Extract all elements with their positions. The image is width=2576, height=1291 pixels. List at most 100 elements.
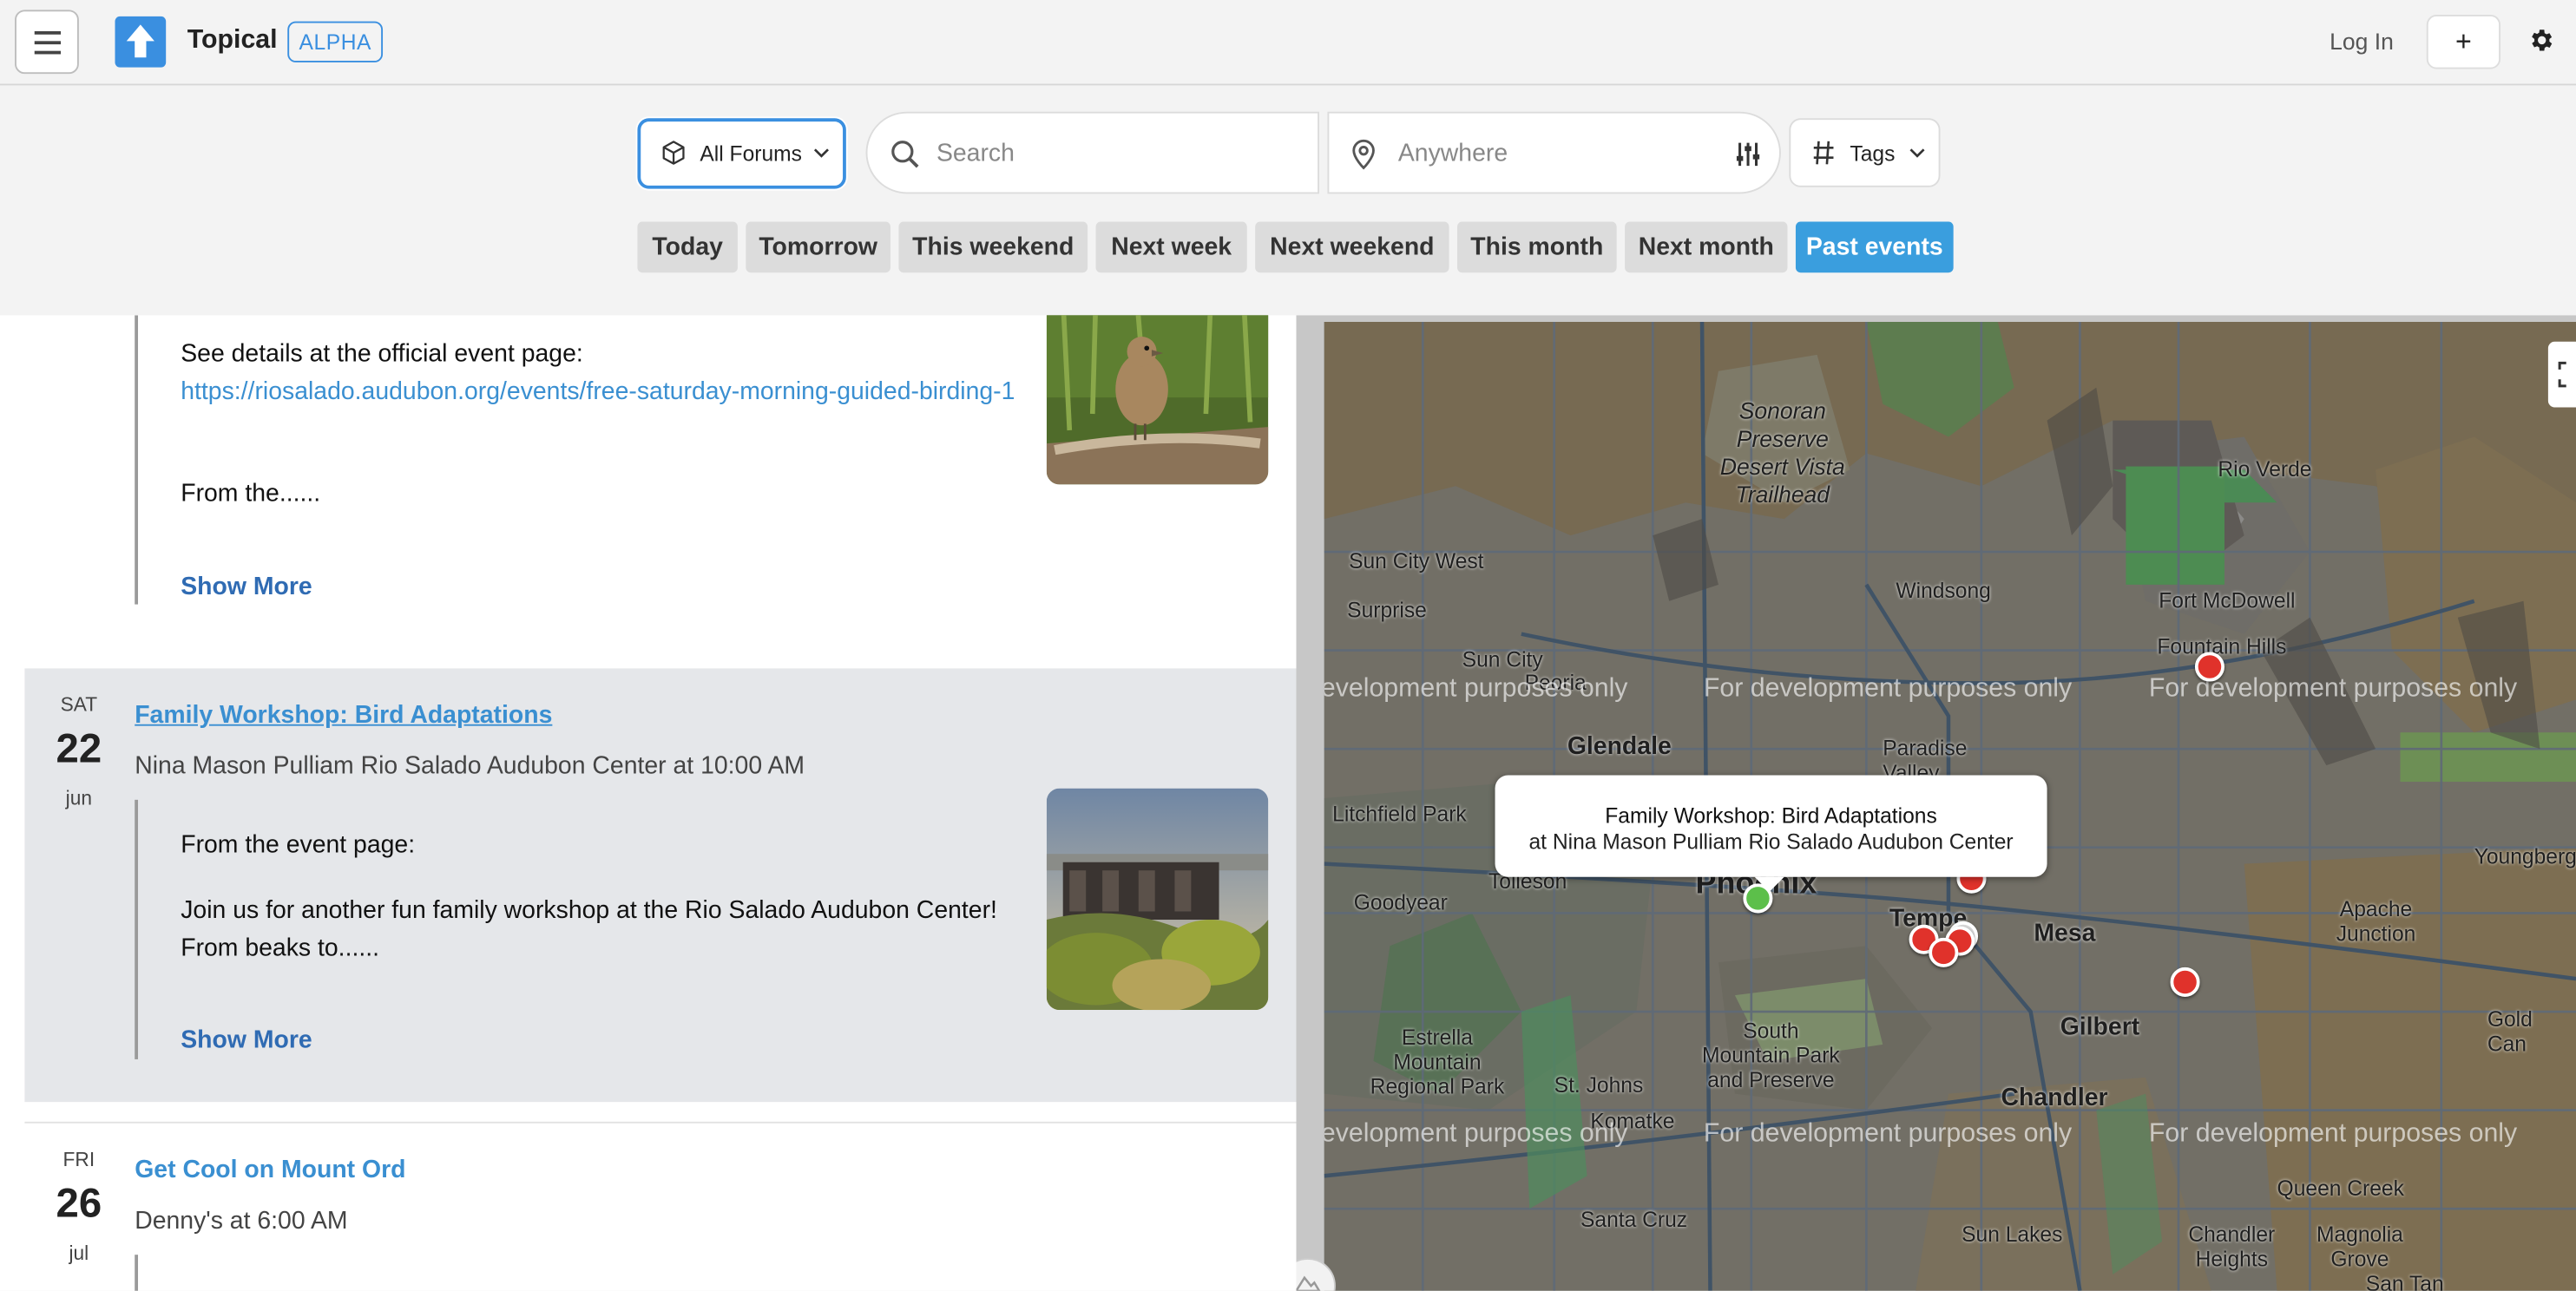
cube-icon — [662, 141, 685, 165]
divider — [24, 1121, 1297, 1124]
event-excerpt: Join us for another fun family workshop … — [181, 896, 997, 963]
gear-icon[interactable] — [2527, 26, 2554, 62]
add-button[interactable]: + — [2426, 15, 2500, 69]
hamburger-icon-line — [34, 50, 62, 55]
logo-icon[interactable] — [115, 16, 167, 68]
map-label-estrella-mountain: Estrella Mountain Regional Park — [1370, 1025, 1505, 1099]
map-label-glendale: Glendale — [1567, 732, 1672, 761]
fullscreen-button[interactable] — [2547, 341, 2576, 408]
event-date-weekday: FRI — [62, 1148, 95, 1171]
chip-next-week[interactable]: Next week — [1095, 221, 1247, 273]
event-location-time: Nina Mason Pulliam Rio Salado Audubon Ce… — [135, 751, 805, 781]
hamburger-icon-line — [34, 41, 62, 45]
chip-this-month[interactable]: This month — [1457, 221, 1617, 273]
location-pin-icon — [1352, 139, 1375, 170]
map-label-fort-mcdowell: Fort McDowell — [2159, 587, 2296, 613]
map-label-queen-creek: Queen Creek — [2277, 1176, 2404, 1201]
map-event-pin[interactable] — [2194, 652, 2224, 682]
map-label-sonoran-preserve: Sonoran Preserve Desert Vista Trailhead — [1719, 397, 1845, 508]
mountain-icon — [1296, 1275, 1321, 1291]
map-label-apache-junction: Apache Junction — [2336, 896, 2416, 947]
map-label-santa-cruz: Santa Cruz — [1580, 1207, 1688, 1232]
hashtag-icon — [1813, 141, 1834, 165]
chip-tomorrow[interactable]: Tomorrow — [746, 221, 890, 273]
event-title-link[interactable]: Family Workshop: Bird Adaptations — [135, 701, 552, 729]
chip-next-month[interactable]: Next month — [1625, 221, 1788, 273]
map-label-sun-city: Sun City — [1462, 646, 1543, 672]
login-link[interactable]: Log In — [2330, 28, 2394, 54]
map-panel[interactable]: Sonoran Preserve Desert Vista Trailhead Rio… — [1296, 315, 2576, 1291]
forum-selector[interactable]: All Forums — [637, 118, 846, 189]
map-label-magnolia-grove: Magnolia Grove — [2316, 1222, 2403, 1272]
event-date-month: jun — [65, 786, 93, 810]
top-bar: Topical ALPHA Log In + — [0, 0, 2576, 86]
event-list: See details at the official event page: … — [0, 315, 1297, 1291]
chevron-down-icon — [1909, 148, 1925, 158]
event-description-bar — [135, 1255, 139, 1291]
map-canvas[interactable]: Sonoran Preserve Desert Vista Trailhead Rio… — [1324, 322, 2576, 1291]
expand-icon — [2558, 361, 2566, 388]
event-location-time: Denny's at 6:00 AM — [135, 1207, 348, 1235]
popup-title: Family Workshop: Bird Adaptations — [1605, 803, 1937, 829]
event-description-bar — [135, 799, 139, 1059]
audubon-center-thumbnail-image[interactable] — [1046, 788, 1269, 1011]
map-label-mesa: Mesa — [2034, 920, 2096, 948]
event-date-day: 26 — [56, 1180, 102, 1227]
dev-watermark: evelopment purposes only — [1324, 1119, 1628, 1149]
chevron-down-icon — [813, 148, 829, 158]
event-date-day: 22 — [56, 725, 102, 772]
sliders-icon[interactable] — [1736, 141, 1760, 167]
location-field[interactable]: Anywhere — [1327, 111, 1781, 194]
hamburger-icon — [34, 30, 62, 35]
dev-watermark: For development purposes only — [2148, 1119, 2518, 1149]
chip-today[interactable]: Today — [637, 221, 738, 273]
search-icon — [891, 141, 919, 168]
show-more-button[interactable]: Show More — [181, 1026, 312, 1054]
dev-watermark: evelopment purposes only — [1324, 674, 1628, 704]
chip-past-events[interactable]: Past events — [1795, 221, 1954, 273]
popup-subtitle: at Nina Mason Pulliam Rio Salado Audubon… — [1528, 829, 2014, 855]
event-excerpt: From the...... — [181, 479, 321, 508]
map-label-st-johns: St. Johns — [1554, 1072, 1644, 1098]
map-label-san-tan: San Tan — [2365, 1271, 2444, 1291]
map-label-fountain-hills: Fountain Hills — [2157, 633, 2287, 659]
map-label-sun-city-west: Sun City West — [1349, 548, 1484, 573]
location-input[interactable]: Anywhere — [1398, 140, 1508, 167]
bird-thumbnail-image[interactable] — [1046, 315, 1269, 485]
event-url-link[interactable]: https://riosalado.audubon.org/events/fre… — [181, 373, 1018, 411]
map-label-gold-canyon: Gold Can — [2487, 1006, 2533, 1057]
hamburger-menu-button[interactable] — [15, 10, 79, 75]
map-label-youngberg: Youngberg — [2474, 843, 2576, 869]
chip-this-weekend[interactable]: This weekend — [898, 221, 1088, 273]
search-field[interactable]: Search — [865, 111, 1319, 194]
dev-watermark: For development purposes only — [1703, 1119, 2073, 1149]
map-label-sun-lakes: Sun Lakes — [1962, 1222, 2063, 1247]
map-event-popup[interactable]: Family Workshop: Bird Adaptations at Nin… — [1495, 775, 2047, 892]
map-label-gilbert: Gilbert — [2060, 1012, 2140, 1042]
map-label-litchfield-park: Litchfield Park — [1332, 801, 1467, 827]
dev-watermark: For development purposes only — [1703, 674, 2073, 704]
event-description-text: From the event page: — [181, 830, 416, 859]
alpha-badge: ALPHA — [287, 21, 384, 62]
map-label-chandler: Chandler — [2001, 1084, 2108, 1112]
map-label-south-mountain: South Mountain Park and Preserve — [1702, 1018, 1840, 1092]
tags-label: Tags — [1850, 141, 1896, 167]
tags-selector[interactable]: Tags — [1789, 118, 1941, 187]
map-event-pin[interactable] — [2170, 967, 2200, 997]
event-date-weekday: SAT — [60, 692, 98, 717]
show-more-button[interactable]: Show More — [181, 573, 312, 601]
event-date-month: jul — [69, 1242, 89, 1265]
map-label-goodyear: Goodyear — [1353, 889, 1448, 915]
map-label-chandler-heights: Chandler Heights — [2188, 1222, 2276, 1272]
forum-selector-label: All Forums — [700, 141, 802, 167]
brand-name[interactable]: Topical — [187, 26, 278, 56]
event-description-bar — [135, 315, 139, 605]
map-label-surprise: Surprise — [1347, 598, 1427, 623]
event-title-link[interactable]: Get Cool on Mount Ord — [135, 1157, 405, 1184]
filter-panel: All Forums Search Anywhere Tags Today To… — [0, 85, 2576, 316]
search-input[interactable]: Search — [936, 140, 1015, 167]
chip-next-weekend[interactable]: Next weekend — [1255, 221, 1449, 273]
map-label-rio-verde: Rio Verde — [2218, 456, 2312, 482]
map-label-windsong: Windsong — [1896, 578, 1991, 603]
map-event-pin[interactable] — [1929, 937, 1959, 967]
